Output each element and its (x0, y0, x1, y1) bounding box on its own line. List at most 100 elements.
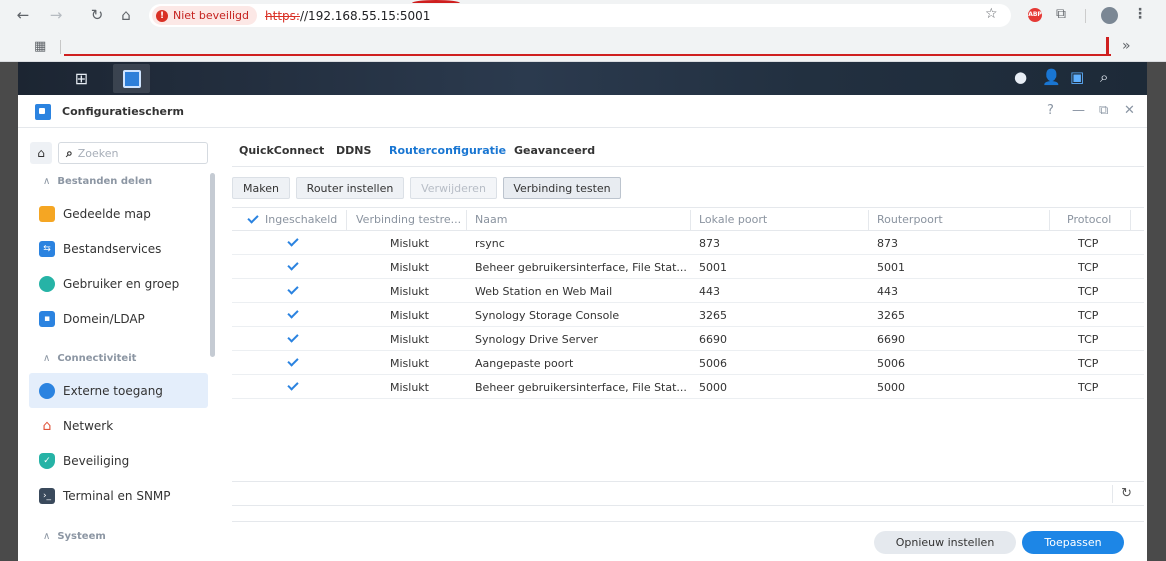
adblock-extension-icon[interactable]: ABP (1028, 8, 1042, 22)
table-row[interactable]: Mislukt Synology Drive Server 6690 6690 … (232, 327, 1144, 351)
enabled-checkbox[interactable] (286, 236, 299, 249)
enabled-checkbox[interactable] (286, 284, 299, 297)
restore-icon[interactable]: ⧉ (1099, 103, 1108, 118)
sidebar-item-users-groups[interactable]: Gebruiker en groep (29, 266, 208, 301)
toolbar-divider (1085, 9, 1086, 23)
sidebar-scrollbar[interactable] (210, 173, 215, 357)
home-button[interactable]: ⌂ (30, 142, 52, 164)
sidebar-item-security[interactable]: ✓ Beveiliging (29, 443, 208, 478)
create-button[interactable]: Maken (232, 177, 290, 199)
rule-name: Synology Storage Console (475, 309, 620, 322)
section-connectivity[interactable]: ∧ Connectiviteit (43, 353, 136, 364)
tab-router-configuration[interactable]: Routerconfiguratie (389, 144, 506, 157)
test-result: Mislukt (390, 285, 429, 298)
protocol: TCP (1078, 333, 1099, 346)
setup-router-button[interactable]: Router instellen (296, 177, 404, 199)
back-icon[interactable]: ← (12, 6, 34, 24)
protocol: TCP (1078, 357, 1099, 370)
port-forwarding-table: Ingeschakeld Verbinding testre... Naam L… (232, 207, 1144, 399)
column-local-port[interactable]: Lokale poort (699, 213, 767, 226)
home-icon[interactable]: ⌂ (115, 6, 137, 24)
section-system[interactable]: ∧ Systeem (43, 531, 106, 542)
local-port: 5006 (699, 357, 727, 370)
delete-button[interactable]: Verwijderen (410, 177, 497, 199)
notifications-icon[interactable]: ● (1014, 68, 1027, 86)
url-scheme: https: (265, 8, 300, 23)
table-footer: ↻ (232, 481, 1144, 506)
help-icon[interactable]: ? (1047, 103, 1054, 118)
window-title: Configuratiescherm (62, 105, 184, 118)
sidebar-item-label: Netwerk (63, 418, 114, 433)
profile-avatar[interactable] (1101, 7, 1118, 24)
sidebar-item-shared-folder[interactable]: Gedeelde map (29, 196, 208, 231)
test-connection-button[interactable]: Verbinding testen (503, 177, 621, 199)
protocol: TCP (1078, 381, 1099, 394)
enabled-checkbox[interactable] (286, 380, 299, 393)
tab-quickconnect[interactable]: QuickConnect (239, 144, 324, 157)
column-name[interactable]: Naam (475, 213, 507, 226)
sidebar-item-network[interactable]: ⌂ Netwerk (29, 408, 208, 443)
red-annotation-line (64, 54, 1111, 56)
column-connection-test[interactable]: Verbinding testre... (356, 213, 461, 226)
reset-button[interactable]: Opnieuw instellen (874, 531, 1016, 554)
main-content: QuickConnect DDNS Routerconfiguratie Gea… (220, 129, 1147, 561)
address-bar[interactable]: ! Niet beveiligd https://192.168.55.15:5… (149, 4, 1011, 27)
close-icon[interactable]: ✕ (1124, 103, 1135, 118)
warning-icon: ! (156, 9, 168, 22)
refresh-icon[interactable]: ↻ (1121, 486, 1132, 501)
minimize-icon[interactable]: — (1072, 103, 1085, 118)
sidebar-item-external-access[interactable]: Externe toegang (29, 373, 208, 408)
enabled-checkbox[interactable] (286, 332, 299, 345)
local-port: 5000 (699, 381, 727, 394)
search-input[interactable] (77, 146, 198, 160)
enabled-checkbox[interactable] (286, 260, 299, 273)
tab-ddns[interactable]: DDNS (336, 144, 371, 157)
column-router-port[interactable]: Routerpoort (877, 213, 943, 226)
bookmarks-more-icon[interactable]: » (1122, 38, 1131, 54)
chevron-up-icon: ∧ (43, 353, 51, 364)
main-menu-button[interactable]: ⊞ (63, 64, 100, 93)
table-row[interactable]: Mislukt Beheer gebruikersinterface, File… (232, 255, 1144, 279)
apply-button[interactable]: Toepassen (1022, 531, 1124, 554)
sidebar-item-terminal-snmp[interactable]: ›_ Terminal en SNMP (29, 478, 208, 513)
table-row[interactable]: Mislukt rsync 873 873 TCP (232, 231, 1144, 255)
not-secure-badge[interactable]: ! Niet beveiligd (152, 6, 258, 25)
extensions-puzzle-icon[interactable]: ⧉ (1056, 6, 1066, 22)
tab-advanced[interactable]: Geavanceerd (514, 144, 595, 157)
column-enabled[interactable]: Ingeschakeld (265, 213, 337, 226)
magnifier-icon: ⌕ (66, 145, 73, 160)
table-row[interactable]: Mislukt Aangepaste poort 5006 5006 TCP (232, 351, 1144, 375)
section-file-sharing[interactable]: ∧ Bestanden delen (43, 176, 152, 187)
column-divider (868, 210, 869, 230)
search-field[interactable]: ⌕ (58, 142, 208, 164)
enabled-checkbox[interactable] (286, 356, 299, 369)
reload-icon[interactable]: ↻ (86, 6, 108, 24)
column-protocol[interactable]: Protocol (1067, 213, 1111, 226)
user-icon[interactable]: 👤 (1042, 68, 1061, 86)
search-icon[interactable]: ⌕ (1100, 68, 1108, 86)
table-row[interactable]: Mislukt Synology Storage Console 3265 32… (232, 303, 1144, 327)
apps-grid-icon[interactable]: ▦ (34, 39, 46, 54)
bookmarks-divider (60, 40, 61, 54)
table-row[interactable]: Mislukt Beheer gebruikersinterface, File… (232, 375, 1144, 399)
url-text[interactable]: https://192.168.55.15:5001 (265, 9, 430, 23)
sidebar-item-file-services[interactable]: ⇆ Bestandservices (29, 231, 208, 266)
section-label: Connectiviteit (57, 353, 137, 364)
house-icon: ⌂ (37, 146, 45, 160)
taskbar-control-panel[interactable] (113, 64, 150, 93)
main-menu-icon: ⊞ (74, 69, 89, 88)
enabled-checkbox[interactable] (286, 308, 299, 321)
table-row[interactable]: Mislukt Web Station en Web Mail 443 443 … (232, 279, 1144, 303)
rule-name: Aangepaste poort (475, 357, 574, 370)
widgets-icon[interactable]: ▣ (1070, 68, 1084, 86)
forward-icon[interactable]: → (45, 6, 67, 24)
terminal-icon: ›_ (39, 487, 55, 504)
browser-menu-icon[interactable]: ⋮ (1133, 6, 1147, 22)
bookmark-star-icon[interactable]: ☆ (985, 6, 998, 22)
test-result: Mislukt (390, 333, 429, 346)
window-titlebar[interactable]: Configuratiescherm ? — ⧉ ✕ (18, 95, 1147, 128)
sidebar-item-label: Domein/LDAP (63, 311, 145, 326)
sidebar-item-domain-ldap[interactable]: ▪ Domein/LDAP (29, 301, 208, 336)
sidebar-item-label: Gedeelde map (63, 206, 151, 221)
select-all-checkbox[interactable] (246, 213, 259, 226)
